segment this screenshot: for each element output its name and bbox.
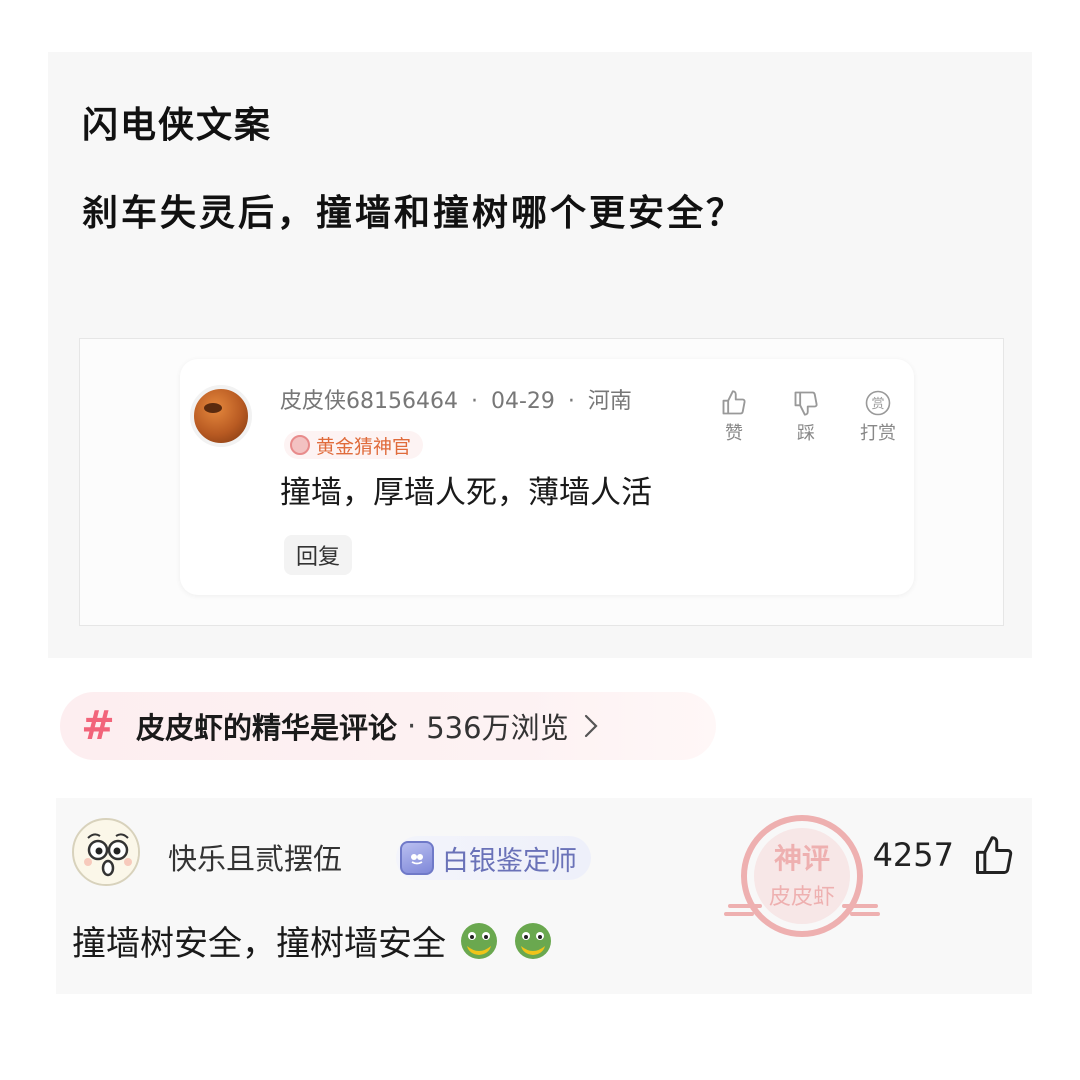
like-label: 赞 (725, 423, 743, 444)
avatar[interactable] (190, 385, 252, 447)
post-card: 闪电侠文案 刹车失灵后，撞墙和撞树哪个更安全？ 皮皮侠68156464 · 04… (48, 52, 1032, 658)
embedded-screenshot: 皮皮侠68156464 · 04-29 · 河南 黄金猜神官 撞墙，厚墙人死，薄… (79, 338, 1004, 626)
comment-body: 撞墙树安全，撞树墙安全 (72, 924, 446, 964)
green-face-emoji-icon (461, 922, 497, 959)
comment-location: 河南 (587, 389, 632, 414)
like-action[interactable]: 赞 (714, 389, 754, 445)
topic-separator: · (407, 709, 417, 743)
hashtag-icon: # (81, 703, 115, 749)
comment-text: 撞墙树安全，撞树墙安全 (72, 916, 554, 965)
chevron-right-icon (583, 713, 599, 739)
pig-badge-icon (290, 435, 310, 455)
tip-label: 打赏 (860, 423, 896, 444)
comment-date: 04-29 (490, 389, 555, 414)
post-title: 刹车失灵后，撞墙和撞树哪个更安全？ (82, 192, 746, 234)
badge-label: 黄金猜神官 (316, 435, 412, 458)
silver-badge[interactable]: 白银鉴定师 (396, 836, 591, 880)
embedded-comment-card: 皮皮侠68156464 · 04-29 · 河南 黄金猜神官 撞墙，厚墙人死，薄… (180, 359, 914, 595)
shield-badge-icon (400, 841, 434, 875)
dislike-label: 踩 (797, 423, 815, 444)
stamp-line1: 神评 (774, 842, 830, 875)
thumbs-up-icon (972, 836, 1016, 882)
shenping-watermark-stamp: 神评 皮皮虾 (724, 815, 880, 937)
like-count: 4257 (872, 836, 954, 874)
username[interactable]: 快乐且贰摆伍 (168, 836, 342, 878)
tip-action[interactable]: 赏 打赏 (858, 389, 898, 445)
thumbs-down-icon (792, 389, 820, 417)
embedded-comment-text: 撞墙，厚墙人死，薄墙人活 (280, 475, 652, 511)
comment-actions: 赞 踩 赏 打赏 (714, 389, 898, 445)
thumbs-up-icon (720, 389, 748, 417)
reply-button[interactable]: 回复 (284, 535, 353, 575)
badge-label: 白银鉴定师 (442, 845, 577, 877)
topic-views: 536万浏览 (426, 711, 569, 745)
gold-badge[interactable]: 黄金猜神官 (284, 431, 424, 459)
comment-meta: 皮皮侠68156464 · 04-29 · 河南 (280, 389, 632, 414)
avatar[interactable] (72, 818, 140, 886)
comment-item: 快乐且贰摆伍 白银鉴定师 神评 皮皮虾 4257 撞墙树安全，撞树墙安全 (56, 798, 1032, 994)
topic-link[interactable]: # 皮皮虾的精华是评论 · 536万浏览 (60, 692, 716, 760)
stamp-line2: 皮皮虾 (769, 885, 835, 910)
green-face-emoji-icon (515, 922, 551, 959)
topic-name: 皮皮虾的精华是评论 (136, 711, 398, 745)
post-subtitle: 闪电侠文案 (82, 104, 273, 146)
reward-icon: 赏 (864, 389, 892, 417)
like-button[interactable] (972, 834, 1016, 878)
username[interactable]: 皮皮侠68156464 (280, 389, 458, 414)
reward-icon-char: 赏 (871, 397, 884, 412)
dislike-action[interactable]: 踩 (786, 389, 826, 445)
